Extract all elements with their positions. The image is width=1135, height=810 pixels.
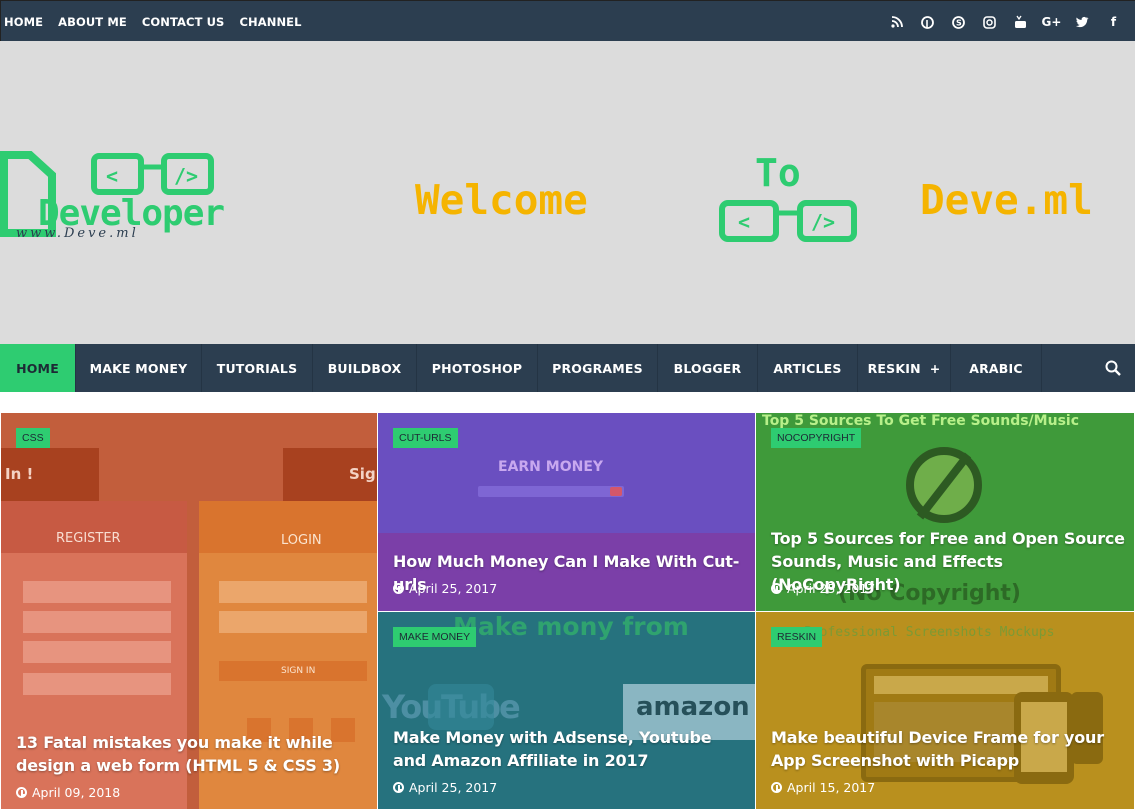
skype-icon[interactable]: S [943, 15, 974, 29]
thumb-earn-money-label: EARN MONEY [498, 459, 604, 475]
nav-programes[interactable]: PROGRAMES [538, 344, 658, 392]
svg-text:<: < [738, 210, 750, 234]
clock-icon [393, 583, 404, 594]
featured-posts-grid: In ! Sig REGISTER LOGIN SIGN IN CSS 13 F… [0, 412, 1135, 810]
top-nav-home[interactable]: HOME [4, 15, 43, 29]
post-date: April 25, 2017 [393, 581, 497, 596]
post-date-text: April 25, 2017 [409, 780, 498, 795]
google-plus-icon[interactable]: G+ [1036, 15, 1067, 29]
post-title[interactable]: Make Money with Adsense, Youtube and Ama… [393, 726, 743, 772]
post-card-make-money[interactable]: Make mony from YouTube amazon MAKE MONEY… [377, 611, 756, 810]
nav-home[interactable]: HOME [0, 344, 76, 392]
header-banner: < /> Developer www.Deve.ml Welcome To < … [0, 41, 1135, 344]
post-date: April 25, 2017 [771, 581, 875, 596]
nav-reskin[interactable]: RESKIN + [858, 344, 951, 392]
thumb-sign-in-label: SIGN IN [281, 666, 316, 676]
banner-site-text: Deve.ml [920, 176, 1093, 224]
top-nav-about-me[interactable]: ABOUT ME [58, 15, 127, 29]
post-card-nocopyright[interactable]: Top 5 Sources To Get Free Sounds/Music (… [755, 412, 1135, 612]
nav-blogger[interactable]: BLOGGER [658, 344, 758, 392]
clock-icon [771, 583, 782, 594]
post-tag[interactable]: RESKIN [771, 627, 823, 647]
logo-url: www.Deve.ml [16, 226, 139, 241]
top-nav-channel[interactable]: CHANNEL [239, 15, 301, 29]
post-tag[interactable]: MAKE MONEY [393, 627, 477, 647]
facebook-icon[interactable]: f [1098, 15, 1129, 29]
youtube-icon[interactable] [1005, 14, 1036, 29]
twitter-icon[interactable] [1067, 15, 1098, 29]
no-copyright-icon [906, 447, 982, 523]
top-nav: HOME ABOUT ME CONTACT US CHANNEL [4, 1, 317, 42]
post-card-cut-urls[interactable]: EARN MONEY CUT-URLS How Much Money Can I… [377, 412, 756, 612]
post-title[interactable]: 13 Fatal mistakes you make it while desi… [16, 731, 366, 777]
svg-text:S: S [956, 18, 962, 27]
clock-icon [393, 782, 404, 793]
post-tag[interactable]: CSS [16, 428, 50, 448]
clock-icon [771, 782, 782, 793]
svg-text:/>: /> [811, 210, 835, 234]
nav-make-money[interactable]: MAKE MONEY [76, 344, 202, 392]
post-card-css[interactable]: In ! Sig REGISTER LOGIN SIGN IN CSS 13 F… [0, 412, 378, 810]
top-bar: HOME ABOUT ME CONTACT US CHANNEL S G+ f [0, 0, 1135, 41]
thumb-login-label: LOGIN [281, 533, 322, 548]
post-date: April 09, 2018 [16, 785, 120, 800]
post-tag[interactable]: CUT-URLS [393, 428, 458, 448]
search-icon [1105, 360, 1121, 376]
main-nav: HOME MAKE MONEY TUTORIALS BUILDBOX PHOTO… [0, 344, 1135, 392]
post-date-text: April 09, 2018 [32, 785, 121, 800]
clock-icon [16, 787, 27, 798]
social-links: S G+ f [881, 1, 1129, 42]
post-tag[interactable]: NOCOPYRIGHT [771, 428, 862, 448]
pinterest-icon[interactable] [912, 15, 943, 29]
top-nav-contact-us[interactable]: CONTACT US [142, 15, 225, 29]
banner-to-text: To [755, 151, 801, 195]
thumb-register-label: REGISTER [56, 531, 121, 546]
expand-plus-icon: + [929, 360, 941, 376]
post-date: April 15, 2017 [771, 780, 875, 795]
rss-icon[interactable] [881, 15, 912, 29]
thumb-amazon-label: amazon [636, 692, 750, 722]
search-button[interactable] [1091, 344, 1135, 392]
post-card-reskin[interactable]: Professional Screenshots Mockups RESKIN … [755, 611, 1135, 810]
banner-glasses-icon: < /> [719, 200, 857, 242]
post-date: April 25, 2017 [393, 780, 497, 795]
post-title[interactable]: Make beautiful Device Frame for your App… [771, 726, 1131, 772]
instagram-icon[interactable] [974, 15, 1005, 29]
post-date-text: April 25, 2017 [409, 581, 498, 596]
nav-buildbox[interactable]: BUILDBOX [313, 344, 417, 392]
post-date-text: April 15, 2017 [787, 780, 876, 795]
nav-tutorials[interactable]: TUTORIALS [202, 344, 313, 392]
nav-photoshop[interactable]: PHOTOSHOP [417, 344, 538, 392]
nav-reskin-label: RESKIN [867, 360, 921, 376]
site-logo[interactable]: < /> Developer www.Deve.ml [0, 151, 250, 246]
svg-text:/>: /> [174, 164, 198, 188]
thumb-mockups-label: Professional Screenshots Mockups [804, 625, 1055, 640]
nav-articles[interactable]: ARTICLES [758, 344, 858, 392]
svg-text:<: < [106, 164, 118, 188]
thumb-nocopy-top: Top 5 Sources To Get Free Sounds/Music [762, 413, 1079, 429]
nav-arabic[interactable]: ARABIC [951, 344, 1042, 392]
post-date-text: April 25, 2017 [787, 581, 876, 596]
thumb-make-mony-label: Make mony from [453, 612, 689, 641]
banner-welcome-text: Welcome [415, 176, 588, 224]
